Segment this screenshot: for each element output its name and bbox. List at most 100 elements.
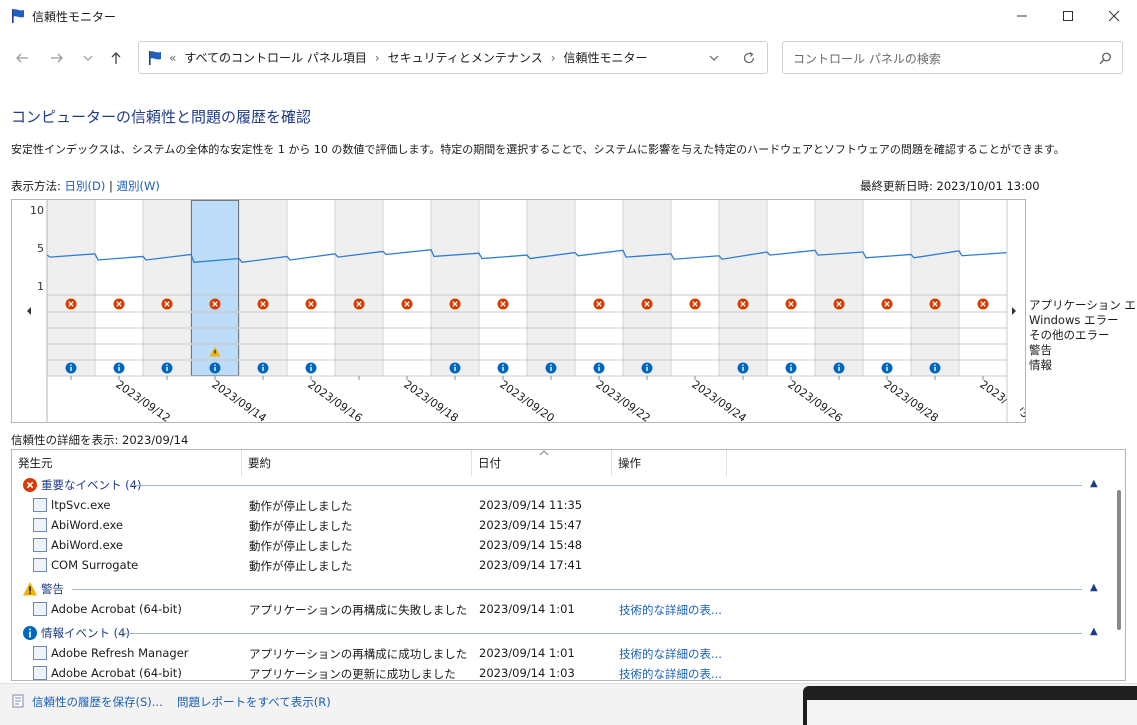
breadcrumb-reliability[interactable]: 信頼性モニター xyxy=(564,49,648,66)
minimize-icon xyxy=(1017,15,1027,17)
group-critical-events[interactable]: 重要なイベント (4) ▲ xyxy=(12,474,1112,496)
save-icon xyxy=(12,694,24,708)
close-button[interactable] xyxy=(1091,0,1137,32)
reliability-chart[interactable]: 10 5 1 2023/09/12 2023/09/14 2023/09/16 2023/0… xyxy=(11,199,1026,423)
y-tick-label: 1 xyxy=(37,280,44,293)
info-marker-stem xyxy=(310,367,312,371)
technical-details-link[interactable]: 技術的な詳細の表... xyxy=(619,646,722,662)
breadcrumb-separator[interactable]: › xyxy=(551,51,556,65)
info-marker-stem xyxy=(598,367,600,371)
day-column[interactable] xyxy=(239,200,287,376)
save-history-link[interactable]: 信頼性の履歴を保存(S)... xyxy=(32,694,163,710)
table-row[interactable]: ltpSvc.exe 動作が停止しました 2023/09/14 11:35 xyxy=(12,495,1112,515)
recent-dropdown-button[interactable] xyxy=(76,46,100,70)
day-column[interactable] xyxy=(863,200,911,376)
info-marker-dot xyxy=(454,364,456,366)
info-marker-stem xyxy=(886,367,888,371)
day-column[interactable] xyxy=(767,200,815,376)
group-info-events[interactable]: 情報イベント (4) ▲ xyxy=(12,622,1112,644)
day-column[interactable] xyxy=(47,200,95,376)
column-summary[interactable]: 要約 xyxy=(242,450,472,476)
minimize-button[interactable] xyxy=(999,0,1045,32)
chart-canvas[interactable]: 10 5 1 2023/09/12 2023/09/14 2023/09/16 2023/0… xyxy=(12,200,1025,422)
day-column[interactable] xyxy=(143,200,191,376)
x-tick-label: 2023/09/14 xyxy=(209,378,268,422)
day-column[interactable] xyxy=(383,200,431,376)
view-weekly-link[interactable]: 週別(W) xyxy=(117,179,160,193)
app-window-icon xyxy=(33,646,47,660)
day-column[interactable] xyxy=(335,200,383,376)
info-marker-stem xyxy=(646,367,648,371)
group-warnings[interactable]: 警告 ▲ xyxy=(12,578,1112,600)
row-source: COM Surrogate xyxy=(51,558,139,572)
table-row[interactable]: Adobe Refresh Manager アプリケーションの再構成に成功しまし… xyxy=(12,643,1112,663)
details-label: 信頼性の詳細を表示: 2023/09/14 xyxy=(11,433,189,447)
table-row[interactable]: AbiWord.exe 動作が停止しました 2023/09/14 15:48 xyxy=(12,535,1112,555)
group-title: 警告 xyxy=(41,582,64,596)
day-column[interactable] xyxy=(287,200,335,376)
info-icon xyxy=(23,626,37,640)
table-row[interactable]: AbiWord.exe 動作が停止しました 2023/09/14 15:47 xyxy=(12,515,1112,535)
view-all-reports-link[interactable]: 問題レポートをすべて表示(R) xyxy=(177,694,331,710)
chevron-down-icon[interactable] xyxy=(709,53,719,63)
search-input[interactable]: コントロール パネルの検索 xyxy=(782,41,1123,74)
breadcrumb-control-panel[interactable]: すべてのコントロール パネル項目 xyxy=(184,49,367,66)
column-action[interactable]: 操作 xyxy=(612,450,727,476)
day-column[interactable] xyxy=(431,200,479,376)
maximize-button[interactable] xyxy=(1045,0,1091,32)
day-column[interactable] xyxy=(623,200,671,376)
day-column[interactable] xyxy=(671,200,719,376)
info-marker-dot xyxy=(166,364,168,366)
collapse-chevron-icon[interactable]: ▲ xyxy=(1090,478,1098,489)
scrollbar-thumb[interactable] xyxy=(1117,490,1121,630)
up-button[interactable] xyxy=(104,46,128,70)
info-marker-stem xyxy=(934,367,936,371)
breadcrumb-separator[interactable]: › xyxy=(375,51,380,65)
arrow-left-icon xyxy=(16,53,28,63)
day-column[interactable] xyxy=(815,200,863,376)
breadcrumb-security[interactable]: セキュリティとメンテナンス xyxy=(388,49,543,66)
scroll-left-icon[interactable] xyxy=(27,307,31,315)
day-column[interactable] xyxy=(527,200,575,376)
view-by: 表示方法: 日別(D) | 週別(W) xyxy=(11,178,160,194)
row-date: 2023/09/14 15:47 xyxy=(479,518,583,532)
table-row[interactable]: Adobe Acrobat (64-bit) アプリケーションの再構成に失敗しま… xyxy=(12,599,1112,619)
address-bar[interactable]: « すべてのコントロール パネル項目 › セキュリティとメンテナンス › 信頼性… xyxy=(138,41,768,74)
view-by-label: 表示方法: xyxy=(11,179,61,193)
day-column[interactable] xyxy=(959,200,1007,376)
vertical-scrollbar[interactable] xyxy=(1112,476,1125,680)
address-overflow[interactable]: « xyxy=(169,51,176,65)
forward-button[interactable] xyxy=(45,46,69,70)
title-bar: 信頼性モニター xyxy=(0,0,1137,32)
view-daily-link[interactable]: 日別(D) xyxy=(65,179,106,193)
taskbar-preview-window[interactable] xyxy=(803,686,1137,725)
table-row[interactable]: COM Surrogate 動作が停止しました 2023/09/14 17:41 xyxy=(12,555,1112,575)
group-divider xyxy=(124,633,1082,634)
back-button[interactable] xyxy=(10,46,34,70)
technical-details-link[interactable]: 技術的な詳細の表... xyxy=(619,666,722,680)
page-title: コンピューターの信頼性と問題の履歴を確認 xyxy=(11,108,312,126)
technical-details-link[interactable]: 技術的な詳細の表... xyxy=(619,602,722,618)
day-column[interactable] xyxy=(479,200,527,376)
warning-marker-bang xyxy=(214,350,216,354)
table-row[interactable]: Adobe Acrobat (64-bit) アプリケーションの更新に成功しまし… xyxy=(12,663,1112,680)
day-column[interactable] xyxy=(719,200,767,376)
info-marker-dot xyxy=(886,364,888,366)
x-tick-label: 2023/09/18 xyxy=(401,378,460,422)
window-title: 信頼性モニター xyxy=(32,10,117,24)
collapse-chevron-icon[interactable]: ▲ xyxy=(1090,582,1098,593)
flag-icon xyxy=(149,50,161,65)
day-column[interactable] xyxy=(95,200,143,376)
details-grid[interactable]: 発生元 要約 日付 操作 重要なイベント (4) ▲ ltpSvc.exe 動作… xyxy=(11,449,1126,681)
day-column[interactable] xyxy=(911,200,959,376)
column-source[interactable]: 発生元 xyxy=(12,450,242,476)
info-marker-stem xyxy=(70,367,72,371)
info-marker-stem xyxy=(118,367,120,371)
search-icon[interactable] xyxy=(1099,52,1112,65)
day-column[interactable] xyxy=(575,200,623,376)
collapse-chevron-icon[interactable]: ▲ xyxy=(1090,626,1098,637)
refresh-icon[interactable] xyxy=(742,51,756,65)
info-marker-dot xyxy=(646,364,648,366)
x-tick-label: 2023/09/26 xyxy=(785,378,844,422)
group-divider xyxy=(72,589,1082,590)
